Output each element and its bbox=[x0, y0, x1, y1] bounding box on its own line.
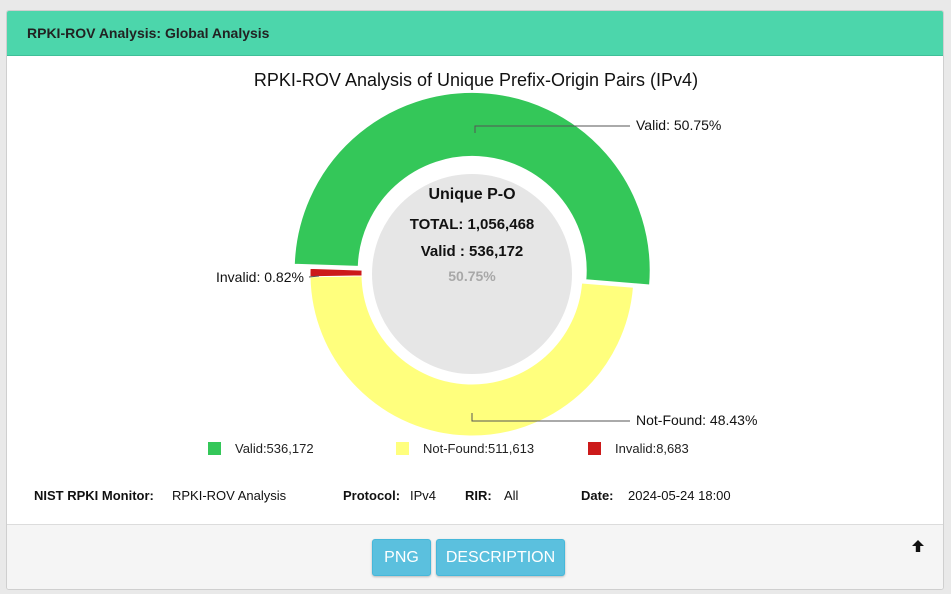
center-percent: 50.75% bbox=[448, 268, 496, 284]
protocol-label: Protocol: bbox=[343, 488, 401, 503]
legend-swatch-not-found bbox=[396, 442, 409, 455]
legend-label-invalid: Invalid:8,683 bbox=[615, 441, 689, 456]
legend-label-valid: Valid:536,172 bbox=[235, 441, 314, 456]
legend-swatch-invalid bbox=[588, 442, 601, 455]
date-label: Date: bbox=[581, 488, 614, 503]
callout-valid: Valid: 50.75% bbox=[636, 117, 722, 133]
metadata-row: NIST RPKI Monitor: RPKI-ROV Analysis Pro… bbox=[7, 488, 943, 508]
rir-label: RIR: bbox=[465, 488, 492, 503]
chart-area: RPKI-ROV Analysis of Unique Prefix-Origi… bbox=[7, 56, 943, 526]
analysis-card: RPKI-ROV Analysis: Global Analysis RPKI-… bbox=[6, 10, 944, 590]
legend-item-not-found[interactable]: Not-Found:511,613 bbox=[396, 441, 534, 456]
protocol-value: IPv4 bbox=[410, 488, 437, 503]
callout-invalid: Invalid: 0.82% bbox=[216, 269, 304, 285]
legend-item-invalid[interactable]: Invalid:8,683 bbox=[588, 441, 689, 456]
card-title: RPKI-ROV Analysis: Global Analysis bbox=[27, 25, 270, 41]
date-value: 2024-05-24 18:00 bbox=[628, 488, 731, 503]
center-summary: Unique P-O TOTAL: 1,056,468 Valid : 536,… bbox=[357, 186, 587, 284]
legend-swatch-valid bbox=[208, 442, 221, 455]
center-valid: Valid : 536,172 bbox=[420, 243, 524, 260]
card-header: RPKI-ROV Analysis: Global Analysis bbox=[7, 11, 943, 56]
arrow-up-icon[interactable] bbox=[911, 539, 925, 558]
card-footer: PNG DESCRIPTION bbox=[7, 524, 943, 589]
description-button[interactable]: DESCRIPTION bbox=[436, 539, 565, 576]
monitor-label: NIST RPKI Monitor: bbox=[34, 488, 154, 503]
center-total: TOTAL: 1,056,468 bbox=[409, 216, 535, 233]
rir-value: All bbox=[504, 488, 519, 503]
slice-invalid[interactable] bbox=[309, 267, 363, 278]
chart-legend: Valid:536,172 Not-Found:511,613 Invalid:… bbox=[7, 441, 943, 461]
legend-label-not-found: Not-Found:511,613 bbox=[423, 441, 535, 456]
callout-not-found: Not-Found: 48.43% bbox=[636, 412, 758, 428]
legend-item-valid[interactable]: Valid:536,172 bbox=[208, 441, 314, 456]
png-button[interactable]: PNG bbox=[372, 539, 431, 576]
center-label: Unique P-O bbox=[428, 186, 516, 203]
monitor-value: RPKI-ROV Analysis bbox=[172, 488, 287, 503]
